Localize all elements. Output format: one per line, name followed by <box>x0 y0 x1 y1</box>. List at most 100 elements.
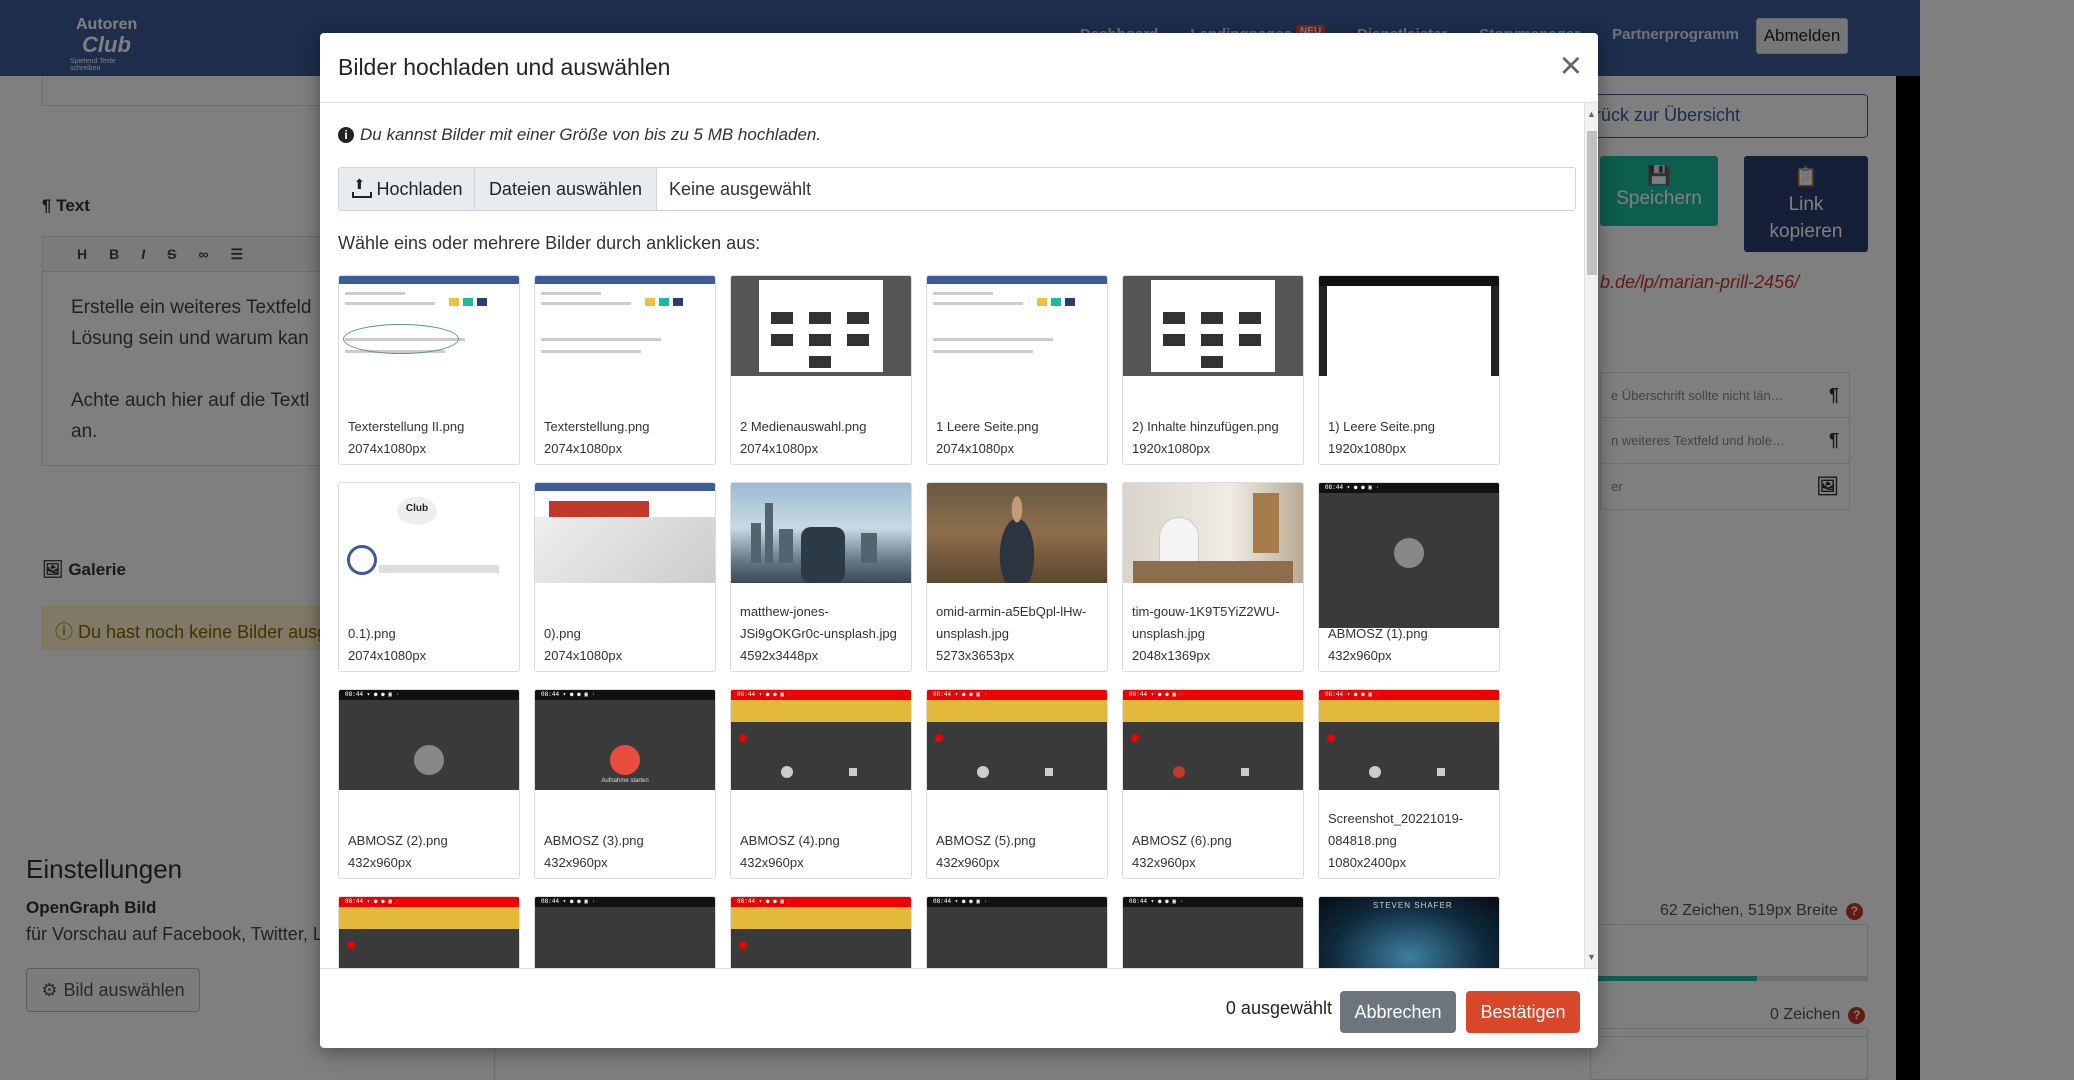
cancel-button[interactable]: Abbrechen <box>1340 991 1456 1033</box>
image-thumbnail: 08:44 ▾ ● ● ▣ · <box>927 690 1107 790</box>
image-thumbnail <box>1123 483 1303 583</box>
image-thumbnail: 08:44 ▾ ● ● ▣ · <box>1319 483 1499 628</box>
image-card[interactable]: 1) Leere Seite.png 1920x1080px <box>1318 275 1500 465</box>
image-thumbnail: 08:44 ▾ ● ● ▣ · <box>339 897 519 968</box>
image-filename: ABMOSZ (4).png <box>740 833 840 848</box>
image-thumbnail: 08:44 ▾ ● ● ▣ · <box>927 897 1107 968</box>
choose-hint: Wähle eins oder mehrere Bilder durch ank… <box>338 233 761 253</box>
image-filename: ABMOSZ (1).png <box>1328 626 1428 641</box>
image-filename: omid-armin-a5EbQpl-lHw-unsplash.jpg <box>936 604 1087 641</box>
image-dimensions: 1920x1080px <box>1328 441 1407 456</box>
image-card[interactable]: Texterstellung.png 2074x1080px <box>534 275 716 465</box>
image-filename: tim-gouw-1K9T5YiZ2WU-unsplash.jpg <box>1132 604 1280 641</box>
image-dimensions: 5273x3653px <box>936 648 1015 663</box>
upload-info: i Du kannst Bilder mit einer Größe von bi… <box>338 125 821 145</box>
image-card[interactable]: 08:44 ▾ ● ● ▣ · <box>730 896 912 968</box>
image-filename: ABMOSZ (6).png <box>1132 833 1232 848</box>
image-card[interactable]: 08:44 ▾ ● ● ▣ · <box>926 896 1108 968</box>
image-thumbnail <box>1123 276 1303 376</box>
image-filename: Texterstellung II.png <box>348 419 465 434</box>
image-card[interactable]: tim-gouw-1K9T5YiZ2WU-unsplash.jpg 2048x13… <box>1122 482 1304 672</box>
image-filename: 1 Leere Seite.png <box>936 419 1039 434</box>
image-card[interactable]: 1 Leere Seite.png 2074x1080px <box>926 275 1108 465</box>
upload-button[interactable]: Hochladen <box>339 168 475 210</box>
image-dimensions: 1920x1080px <box>1132 441 1211 456</box>
image-thumbnail: 08:44 ▾ ● ● ▣ · Aufnahme starten <box>535 690 715 790</box>
image-thumbnail: 08:44 ▾ ● ● ▣ · <box>535 897 715 968</box>
upload-icon <box>350 176 373 199</box>
image-thumbnail: 08:44 ▾ ● ● ▣ · <box>731 690 911 790</box>
image-dimensions: 432x960px <box>1328 648 1392 663</box>
scroll-down-icon[interactable]: ▼ <box>1587 952 1596 962</box>
image-thumbnail <box>1319 276 1499 376</box>
info-icon: i <box>338 127 354 143</box>
movie-poster-text: STEVEN SHAFER <box>1373 901 1453 910</box>
image-thumbnail <box>731 483 911 583</box>
image-filename: ABMOSZ (3).png <box>544 833 644 848</box>
image-card[interactable]: 2 Medienauswahl.png 2074x1080px <box>730 275 912 465</box>
image-thumbnail <box>535 276 715 376</box>
image-card[interactable]: 08:44 ▾ ● ● ▣ · ABMOSZ (6).png 432x960px <box>1122 689 1304 879</box>
confirm-button[interactable]: Bestätigen <box>1466 991 1580 1033</box>
modal-title: Bilder hochladen und auswählen <box>338 54 671 80</box>
upload-info-text: Du kannst Bilder mit einer Größe von bis… <box>360 125 822 144</box>
upload-label: Hochladen <box>376 178 463 199</box>
image-card[interactable]: Club 0.1).png 2074x1080px <box>338 482 520 672</box>
image-card[interactable]: 08:44 ▾ ● ● ▣ · ABMOSZ (1).png 432x960px <box>1318 482 1500 672</box>
image-thumbnail <box>927 483 1107 583</box>
image-card[interactable]: 0).png 2074x1080px <box>534 482 716 672</box>
image-card[interactable]: 08:44 ▾ ● ● ▣ · Screenshot_20221019-08481… <box>1318 689 1500 879</box>
image-card[interactable]: 08:44 ▾ ● ● ▣ · ABMOSZ (2).png 432x960px <box>338 689 520 879</box>
choose-files-button[interactable]: Dateien auswählen <box>475 168 657 210</box>
image-filename: 1) Leere Seite.png <box>1328 419 1435 434</box>
modal-body: i Du kannst Bilder mit einer Größe von bi… <box>320 103 1584 968</box>
file-input-status[interactable]: Keine ausgewählt <box>657 168 1575 210</box>
image-filename: ABMOSZ (2).png <box>348 833 448 848</box>
image-dimensions: 4592x3448px <box>740 648 819 663</box>
image-filename: ABMOSZ (5).png <box>936 833 1036 848</box>
image-card[interactable]: 08:44 ▾ ● ● ▣ · <box>338 896 520 968</box>
image-dimensions: 432x960px <box>740 855 804 870</box>
image-dimensions: 2074x1080px <box>348 648 427 663</box>
selected-count: 0 ausgewählt <box>1225 998 1332 1018</box>
image-filename: 0.1).png <box>348 626 396 641</box>
scroll-up-icon[interactable]: ▲ <box>1587 109 1596 119</box>
upload-row: Hochladen Dateien auswählen Keine ausgew… <box>338 167 1576 211</box>
modal-footer: 0 ausgewählt Abbrechen Bestätigen <box>320 968 1598 1048</box>
image-card[interactable]: omid-armin-a5EbQpl-lHw-unsplash.jpg 5273x… <box>926 482 1108 672</box>
image-thumbnail <box>535 483 715 583</box>
image-filename: 2 Medienauswahl.png <box>740 419 867 434</box>
modal-scrollbar[interactable]: ▲ ▼ <box>1584 103 1598 968</box>
image-upload-modal: Bilder hochladen und auswählen × i Du kan… <box>320 33 1598 1048</box>
image-card[interactable]: STEVEN SHAFER <box>1318 896 1500 968</box>
image-thumbnail: STEVEN SHAFER <box>1319 897 1499 968</box>
image-dimensions: 432x960px <box>936 855 1000 870</box>
image-thumbnail <box>927 276 1107 376</box>
image-thumbnail <box>339 276 519 376</box>
scroll-thumb[interactable] <box>1587 131 1597 275</box>
modal-header: Bilder hochladen und auswählen × <box>320 33 1598 103</box>
close-icon[interactable]: × <box>1560 47 1582 85</box>
image-dimensions: 2074x1080px <box>544 441 623 456</box>
image-card[interactable]: Texterstellung II.png 2074x1080px <box>338 275 520 465</box>
image-dimensions: 432x960px <box>544 855 608 870</box>
image-dimensions: 2074x1080px <box>740 441 819 456</box>
image-thumbnail: Club <box>339 483 519 583</box>
image-card[interactable]: 08:44 ▾ ● ● ▣ · <box>534 896 716 968</box>
image-filename: Texterstellung.png <box>544 419 650 434</box>
image-filename: 0).png <box>544 626 581 641</box>
image-card[interactable]: 08:44 ▾ ● ● ▣ · Aufnahme starten ABMOSZ (3… <box>534 689 716 879</box>
image-card[interactable]: 2) Inhalte hinzufügen.png 1920x1080px <box>1122 275 1304 465</box>
image-thumbnail: 08:44 ▾ ● ● ▣ · <box>1319 690 1499 790</box>
image-filename: Screenshot_20221019-084818.png <box>1328 811 1464 848</box>
image-dimensions: 432x960px <box>348 855 412 870</box>
image-thumbnail: 08:44 ▾ ● ● ▣ · <box>1123 897 1303 968</box>
image-filename: matthew-jones-JSi9gOKGr0c-unsplash.jpg <box>740 604 897 641</box>
image-card[interactable]: 08:44 ▾ ● ● ▣ · <box>1122 896 1304 968</box>
image-dimensions: 1080x2400px <box>1328 855 1407 870</box>
image-card[interactable]: 08:44 ▾ ● ● ▣ · ABMOSZ (4).png 432x960px <box>730 689 912 879</box>
image-dimensions: 2074x1080px <box>544 648 623 663</box>
image-dimensions: 2074x1080px <box>936 441 1015 456</box>
image-card[interactable]: matthew-jones-JSi9gOKGr0c-unsplash.jpg 45… <box>730 482 912 672</box>
image-card[interactable]: 08:44 ▾ ● ● ▣ · ABMOSZ (5).png 432x960px <box>926 689 1108 879</box>
